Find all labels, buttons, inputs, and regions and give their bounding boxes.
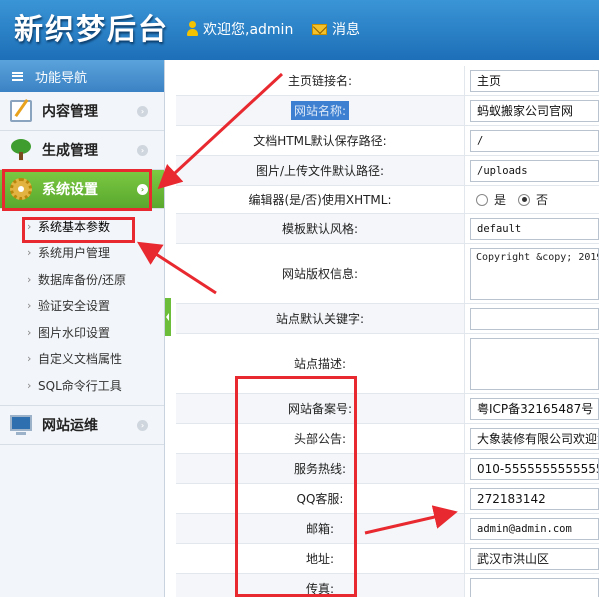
user-icon: [186, 21, 198, 37]
upload-path-input[interactable]: /uploads: [470, 159, 599, 182]
home-link-name-input[interactable]: 主页: [470, 69, 599, 92]
submenu-user-manage[interactable]: 系统用户管理: [0, 240, 164, 267]
keywords-input[interactable]: [470, 307, 599, 330]
copyright-textarea[interactable]: Copyright &copy; 2019-: [470, 247, 599, 300]
form-row: 站点默认关键字:: [176, 304, 599, 334]
notice-input[interactable]: 大象装修有限公司欢迎您: [470, 427, 599, 450]
menu-content-manage[interactable]: 内容管理 ›: [0, 92, 164, 131]
form-row: 文档HTML默认保存路径: /: [176, 126, 599, 156]
field-label: 网站版权信息:: [176, 244, 465, 303]
chevron-right-icon: ›: [137, 106, 148, 117]
qq-input[interactable]: 272183142: [470, 487, 599, 510]
address-input[interactable]: 武汉市洪山区: [470, 547, 599, 570]
field-label: 编辑器(是/否)使用XHTML:: [176, 186, 465, 213]
description-textarea[interactable]: [470, 337, 599, 390]
nav-header: 功能导航: [0, 60, 164, 92]
edit-icon: [10, 100, 32, 122]
chevron-right-icon: ›: [137, 419, 148, 431]
field-label: 图片/上传文件默认路径:: [176, 156, 465, 185]
sidebar-collapse-toggle[interactable]: [165, 298, 171, 336]
field-label: 站点默认关键字:: [176, 304, 465, 333]
chevron-right-icon: ›: [137, 145, 148, 156]
nav-title: 功能导航: [35, 70, 88, 86]
radio-no[interactable]: [518, 193, 531, 206]
template-style-input[interactable]: default: [470, 217, 599, 240]
html-path-input[interactable]: /: [470, 129, 599, 152]
submenu-security[interactable]: 验证安全设置: [0, 293, 164, 320]
submenu-watermark[interactable]: 图片水印设置: [0, 319, 164, 346]
form-row: 网站名称: 蚂蚁搬家公司官网: [176, 96, 599, 126]
icp-input[interactable]: 粤ICP备32165487号: [470, 397, 599, 420]
form-row: 模板默认风格: default: [176, 214, 599, 244]
field-label: 模板默认风格:: [176, 214, 465, 243]
app-logo: 新织梦后台: [14, 12, 170, 46]
fax-input[interactable]: [470, 577, 599, 597]
menu-generate-manage[interactable]: 生成管理 ›: [0, 131, 164, 170]
form-row: 图片/上传文件默认路径: /uploads: [176, 156, 599, 186]
menu-label: 网站运维: [42, 417, 98, 434]
messages-text: 消息: [332, 22, 360, 38]
form-row: 主页链接名: 主页: [176, 66, 599, 96]
menu-icon: [12, 71, 23, 81]
hotline-input[interactable]: 010-5555555555555555: [470, 457, 599, 480]
submenu-doc-attrs[interactable]: 自定义文档属性: [0, 346, 164, 373]
monitor-icon: [10, 414, 32, 435]
form-row: 网站版权信息: Copyright &copy; 2019-: [176, 244, 599, 304]
top-header: 新织梦后台 欢迎您,admin 消息: [0, 0, 599, 60]
messages-link[interactable]: 消息: [312, 19, 360, 39]
form-row: 编辑器(是/否)使用XHTML: 是 否: [176, 186, 599, 214]
field-label: 文档HTML默认保存路径:: [176, 126, 465, 155]
annotation-box-fields: [235, 376, 357, 597]
tree-icon: [10, 139, 32, 161]
site-name-input[interactable]: 蚂蚁搬家公司官网: [470, 99, 599, 122]
welcome-user[interactable]: 欢迎您,admin: [186, 19, 293, 39]
annotation-box-settings: [2, 169, 152, 211]
welcome-text: 欢迎您,admin: [203, 22, 294, 38]
xhtml-radio-group: 是 否: [470, 191, 548, 208]
sidebar: 功能导航 内容管理 › 生成管理 › 系统设置 › 系统基本参数 系统用户管理 …: [0, 60, 165, 597]
menu-site-ops[interactable]: 网站运维 ›: [0, 406, 164, 445]
email-input[interactable]: admin@admin.com: [470, 517, 599, 540]
submenu-db-backup[interactable]: 数据库备份/还原: [0, 266, 164, 293]
field-label: 主页链接名:: [176, 66, 465, 95]
radio-yes[interactable]: [476, 193, 488, 206]
field-label: 网站名称:: [176, 96, 465, 125]
submenu-sql-tool[interactable]: SQL命令行工具: [0, 372, 164, 399]
mail-icon: [312, 23, 327, 35]
menu-label: 生成管理: [42, 143, 98, 159]
menu-label: 内容管理: [42, 104, 98, 120]
annotation-box-basic-params: [22, 217, 135, 243]
